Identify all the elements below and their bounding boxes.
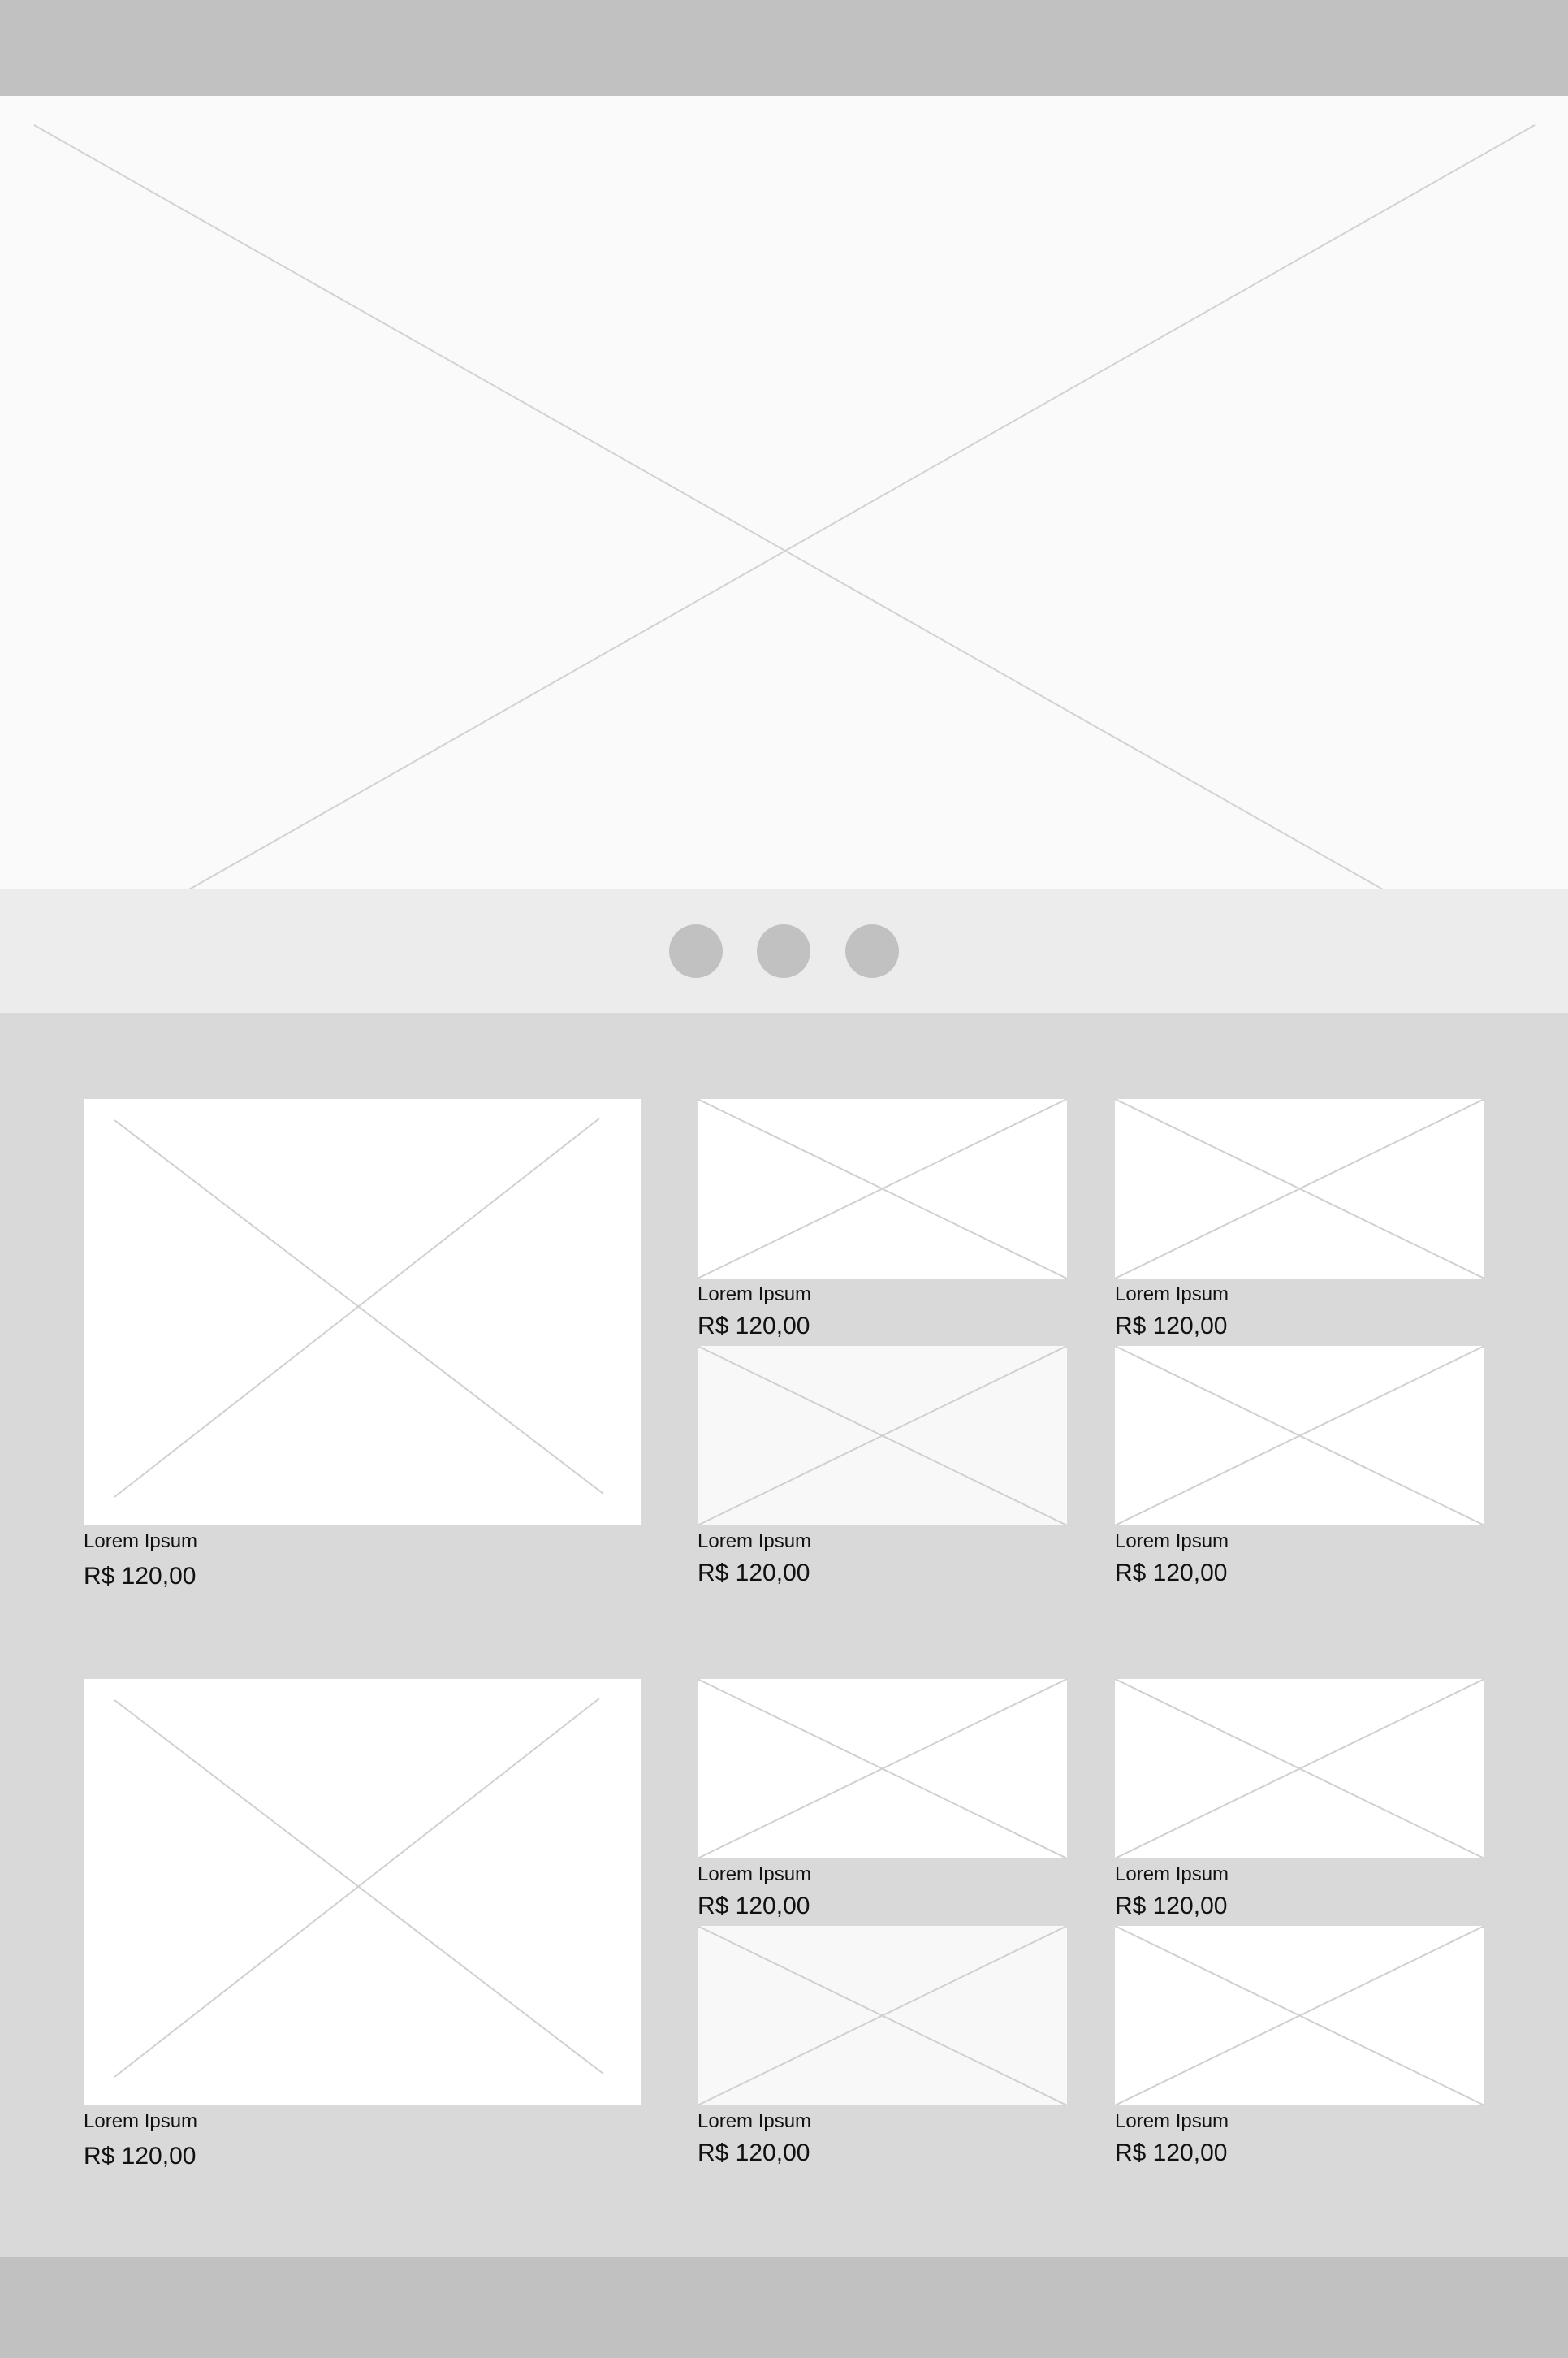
product-name[interactable]: Lorem Ipsum: [84, 1530, 197, 1553]
image-placeholder-icon: [33, 124, 1536, 889]
header-bar: [0, 0, 1568, 96]
product-image[interactable]: [1115, 1099, 1484, 1279]
product-name[interactable]: Lorem Ipsum: [698, 1863, 811, 1886]
image-placeholder-icon: [698, 1926, 1067, 2105]
product-price: R$ 120,00: [84, 2143, 197, 2170]
image-placeholder-icon: [1115, 1679, 1484, 1858]
product-price: R$ 120,00: [84, 1563, 197, 1590]
image-placeholder-icon: [114, 1698, 604, 2078]
product-image[interactable]: [698, 1099, 1067, 1279]
product-price: R$ 120,00: [1115, 1560, 1228, 1586]
product-price: R$ 120,00: [698, 1313, 810, 1339]
image-placeholder-icon: [698, 1679, 1067, 1858]
product-image[interactable]: [1115, 1679, 1484, 1858]
product-name[interactable]: Lorem Ipsum: [1115, 2110, 1229, 2133]
image-placeholder-icon: [1115, 1099, 1484, 1279]
product-name[interactable]: Lorem Ipsum: [1115, 1530, 1229, 1553]
image-placeholder-icon: [114, 1118, 604, 1498]
product-image-large[interactable]: [84, 1679, 641, 2105]
product-name[interactable]: Lorem Ipsum: [698, 1283, 811, 1306]
carousel-dot-3[interactable]: [845, 924, 899, 978]
hero-image-placeholder: [0, 96, 1568, 889]
product-name[interactable]: Lorem Ipsum: [1115, 1283, 1229, 1306]
carousel-dot-2[interactable]: [757, 924, 810, 978]
product-image[interactable]: [698, 1346, 1067, 1525]
product-price: R$ 120,00: [698, 1560, 810, 1586]
product-price: R$ 120,00: [1115, 1893, 1228, 1919]
product-image-large[interactable]: [84, 1099, 641, 1525]
product-image[interactable]: [1115, 1926, 1484, 2105]
product-price: R$ 120,00: [698, 2140, 810, 2166]
product-name[interactable]: Lorem Ipsum: [698, 1530, 811, 1553]
product-image[interactable]: [698, 1679, 1067, 1858]
image-placeholder-icon: [698, 1099, 1067, 1279]
product-name[interactable]: Lorem Ipsum: [84, 2110, 197, 2133]
product-image[interactable]: [698, 1926, 1067, 2105]
image-placeholder-icon: [1115, 1926, 1484, 2105]
carousel-dot-1[interactable]: [669, 924, 723, 978]
image-placeholder-icon: [698, 1346, 1067, 1525]
product-name[interactable]: Lorem Ipsum: [1115, 1863, 1229, 1886]
product-image[interactable]: [1115, 1346, 1484, 1525]
product-name[interactable]: Lorem Ipsum: [698, 2110, 811, 2133]
product-price: R$ 120,00: [698, 1893, 810, 1919]
image-placeholder-icon: [1115, 1346, 1484, 1525]
footer-bar: [0, 2257, 1568, 2358]
product-price: R$ 120,00: [1115, 2140, 1228, 2166]
product-price: R$ 120,00: [1115, 1313, 1228, 1339]
